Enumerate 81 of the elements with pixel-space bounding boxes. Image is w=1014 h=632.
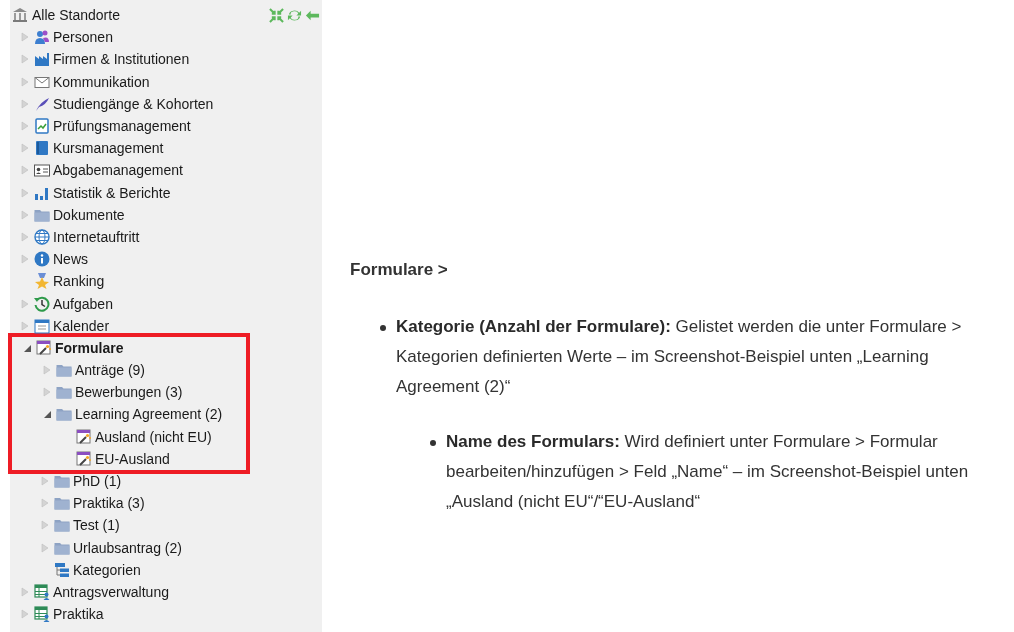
tree-item[interactable]: Bewerbungen (3) [75, 384, 183, 401]
id-card-icon [34, 162, 50, 179]
table-user-icon [34, 606, 50, 623]
refresh-icon[interactable] [287, 7, 302, 23]
collapsed-triangle-icon[interactable] [20, 143, 30, 154]
collapsed-triangle-icon[interactable] [40, 542, 50, 553]
tree-item[interactable]: Dokumente [53, 206, 125, 223]
collapsed-triangle-icon[interactable] [42, 387, 52, 398]
bullet-icon [430, 440, 436, 446]
tree-item[interactable]: News [53, 251, 88, 268]
collapsed-triangle-icon[interactable] [20, 187, 30, 198]
tree-item[interactable]: Praktika [53, 606, 104, 623]
collapsed-triangle-icon[interactable] [20, 54, 30, 65]
tree-item[interactable]: Kategorien [73, 561, 141, 578]
tree-item[interactable]: Prüfungsmanagement [53, 118, 191, 135]
tree-item[interactable]: Formulare [55, 339, 124, 356]
tree-item[interactable]: Ausland (nicht EU) [95, 428, 212, 445]
feather-icon [34, 95, 50, 112]
folder-icon [54, 517, 70, 534]
tree-item[interactable]: Antragsverwaltung [53, 583, 169, 600]
calendar-icon [34, 317, 50, 334]
collapsed-triangle-icon[interactable] [20, 76, 30, 87]
tree-item[interactable]: Aufgaben [53, 295, 113, 312]
factory-icon [34, 51, 50, 68]
info-icon [34, 251, 50, 268]
folder-icon [56, 384, 72, 401]
tree-item[interactable]: Praktika (3) [73, 495, 145, 512]
globe-icon [34, 228, 50, 245]
tree-item[interactable]: Kalender [53, 317, 110, 334]
bullet-text: Kategorie (Anzahl der Formulare): Gelistet werden die unter Formulare > Kategorien definierten Werte – im Screenshot-Beispiel unten „Learning Agreement (2)“ [396, 316, 963, 398]
folder-icon [56, 406, 72, 423]
tree-item[interactable]: Firmen & Institutionen [53, 51, 190, 68]
collapsed-triangle-icon[interactable] [20, 298, 30, 309]
hierarchy-icon [54, 561, 70, 578]
collapsed-triangle-icon[interactable] [20, 609, 30, 620]
star-icon [34, 273, 50, 290]
form-wand-icon [76, 428, 92, 445]
collapsed-triangle-icon[interactable] [42, 365, 52, 376]
expanded-triangle-icon[interactable] [42, 409, 52, 420]
tree-item[interactable]: Statistik & Berichte [53, 184, 171, 201]
tree-item[interactable]: Test (1) [73, 517, 120, 534]
collapsed-triangle-icon[interactable] [20, 320, 30, 331]
collapsed-triangle-icon[interactable] [20, 254, 30, 265]
building-icon [12, 7, 28, 24]
collapsed-triangle-icon[interactable] [40, 476, 50, 487]
section-heading: Formulare > [350, 259, 449, 281]
collapsed-triangle-icon[interactable] [20, 231, 30, 242]
bullet-icon [380, 325, 386, 331]
tree-item[interactable]: Learning Agreement (2) [75, 406, 223, 423]
form-wand-icon [36, 339, 52, 356]
people-icon [34, 29, 50, 46]
tree-item[interactable]: PhD (1) [73, 473, 122, 490]
chart-notepad-icon [34, 118, 50, 135]
tree-item[interactable]: Kursmanagement [53, 140, 164, 157]
collapsed-triangle-icon[interactable] [20, 586, 30, 597]
history-icon [34, 295, 50, 312]
collapsed-triangle-icon[interactable] [20, 209, 30, 220]
collapsed-triangle-icon[interactable] [20, 121, 30, 132]
collapsed-triangle-icon[interactable] [20, 32, 30, 43]
collapsed-triangle-icon[interactable] [20, 165, 30, 176]
collapsed-triangle-icon[interactable] [40, 498, 50, 509]
tree-item[interactable]: Personen [53, 29, 113, 46]
tree-item[interactable]: Internetauftritt [53, 228, 140, 245]
form-wand-icon [76, 450, 92, 467]
folder-icon [54, 495, 70, 512]
tree-item[interactable]: EU-Ausland [95, 450, 170, 467]
collapsed-triangle-icon[interactable] [20, 98, 30, 109]
collapse-icon[interactable] [269, 7, 284, 23]
table-user-icon [34, 583, 50, 600]
collapsed-triangle-icon[interactable] [40, 520, 50, 531]
tree-item[interactable]: Kommunikation [53, 73, 150, 90]
tree-item[interactable]: Abgabemanagement [53, 162, 183, 179]
folder-icon [56, 362, 72, 379]
folder-icon [54, 473, 70, 490]
tree-item[interactable]: Urlaubsantrag (2) [73, 539, 182, 556]
tree-item[interactable]: Alle Standorte [32, 7, 120, 24]
tree-item[interactable]: Studiengänge & Kohorten [53, 95, 214, 112]
tree-item[interactable]: Anträge (9) [75, 362, 146, 379]
bullet-text: Name des Formulars: Wird definiert unter Formulare > Formular bearbeiten/hinzufügen > Feld „Name“ – im Screenshot-Beispiel unten „Ausland (nicht EU“/“EU-Ausland“ [446, 431, 970, 513]
book-icon [34, 140, 50, 157]
tree-item[interactable]: Ranking [53, 273, 105, 290]
